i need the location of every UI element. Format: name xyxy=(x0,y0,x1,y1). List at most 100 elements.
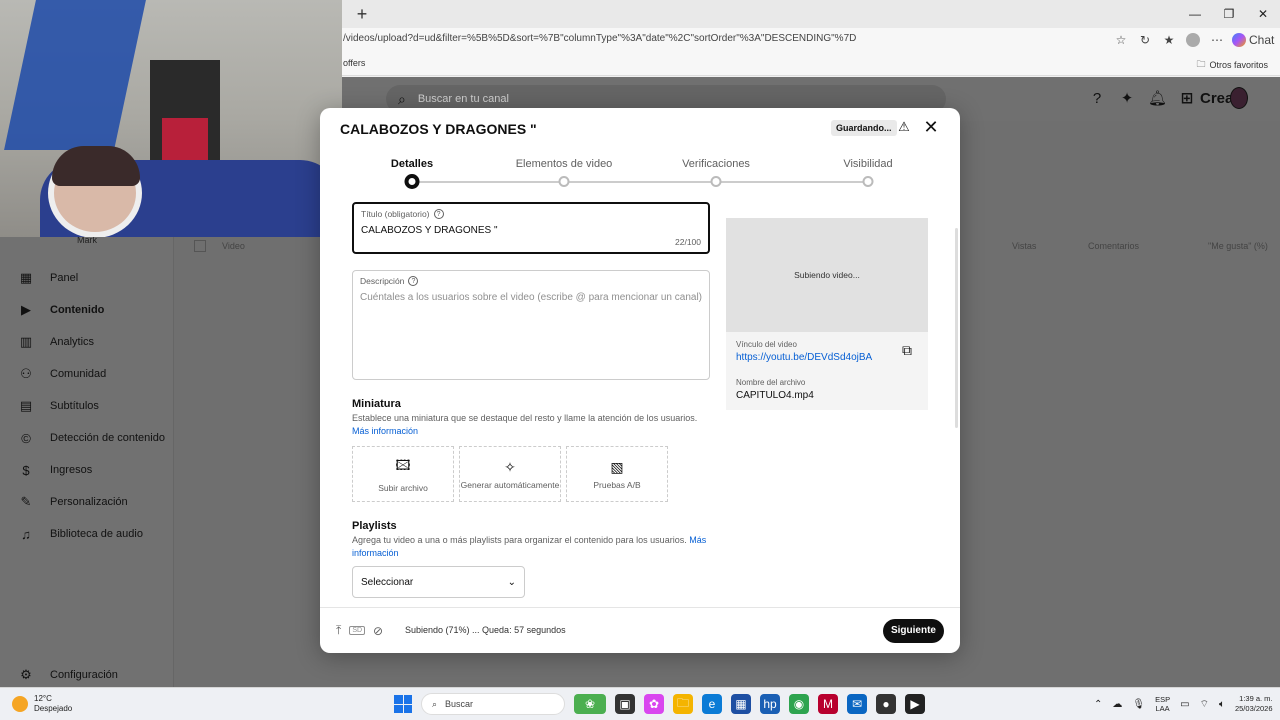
address-bar-icons: ☆ ↻ ★ ⋯ Chat xyxy=(1112,31,1274,49)
ab-test-icon: ▧ xyxy=(610,458,624,475)
new-tab-button[interactable]: + xyxy=(352,4,372,24)
col-likes: "Me gusta" (%) xyxy=(1208,241,1268,251)
media-player-icon[interactable]: ▶ xyxy=(905,694,925,714)
video-link[interactable]: https://youtu.be/DEVdSd4ojBA xyxy=(736,352,872,363)
microphone-icon[interactable]: 🎙︎ xyxy=(1132,699,1145,710)
subtitles-icon: ▤ xyxy=(19,398,33,413)
favorite-star-icon[interactable]: ☆ xyxy=(1112,31,1130,49)
sidebar-item-personalización[interactable]: ✎ Personalización xyxy=(0,486,174,518)
dialog-footer: ⤒ SD ⊘ Subiendo (71%) ... Queda: 57 segu… xyxy=(320,607,960,653)
mcafee-icon[interactable]: M xyxy=(818,694,838,714)
sidebar-item-panel[interactable]: ▦ Panel xyxy=(0,262,174,294)
sidebar-item-label: Detección de contenido xyxy=(50,432,165,444)
description-field[interactable]: Descripción ? Cuéntales a los usuarios s… xyxy=(352,270,710,380)
create-button[interactable]: ⊞ Crear xyxy=(1178,89,1240,108)
more-menu-icon[interactable]: ⋯ xyxy=(1208,31,1226,49)
step-visibility[interactable]: Visibilidad xyxy=(843,158,892,170)
chrome-icon[interactable]: ◉ xyxy=(789,694,809,714)
weather-text: 12°C Despejado xyxy=(34,694,72,714)
step-dot-video-elements[interactable] xyxy=(558,176,570,187)
profile-icon[interactable] xyxy=(1184,31,1202,49)
step-dot-visibility[interactable] xyxy=(862,176,874,187)
sidebar-item-detección-de-contenido[interactable]: © Detección de contenido xyxy=(0,422,174,454)
chevron-down-icon: ⌄ xyxy=(507,576,516,588)
close-window-icon[interactable]: ✕ xyxy=(1246,0,1280,28)
upload-thumbnail-button[interactable]: 🖾 Subir archivo xyxy=(352,446,454,502)
ab-test-thumbnail-button[interactable]: ▧ Pruebas A/B xyxy=(566,446,668,502)
sidebar-item-subtítulos[interactable]: ▤ Subtítulos xyxy=(0,390,174,422)
extensions-icon[interactable]: ↻ xyxy=(1136,31,1154,49)
thumbnail-more-link[interactable]: Más información xyxy=(352,426,418,436)
notifications-icon[interactable]: 🔔︎ xyxy=(1148,89,1167,107)
select-all-checkbox[interactable] xyxy=(194,240,206,252)
sidebar-item-ingresos[interactable]: $ Ingresos xyxy=(0,454,174,486)
sparkle-icon[interactable]: ✦ xyxy=(1118,89,1136,107)
clock-time: 1:39 a. m. xyxy=(1239,694,1273,703)
taskbar-search[interactable]: ⌕ Buscar xyxy=(421,693,565,715)
sidebar-item-biblioteca-de-audio[interactable]: ♫ Biblioteca de audio xyxy=(0,518,174,550)
feedback-icon[interactable]: ⚠ xyxy=(895,119,913,137)
upload-icon: ⤒ xyxy=(336,623,342,637)
sidebar-item-contenido[interactable]: ▶ Contenido xyxy=(0,294,174,326)
dialog-scrollbar[interactable] xyxy=(955,228,958,428)
help-circle-icon[interactable]: ? xyxy=(408,276,419,286)
dialog-title: CALABOZOS Y DRAGONES " xyxy=(340,121,537,137)
wifi-icon[interactable]: ⌔ xyxy=(1200,698,1209,711)
copilot-taskbar-icon[interactable]: ✿ xyxy=(644,694,664,714)
sidebar-item-analytics[interactable]: ▥ Analytics xyxy=(0,326,174,358)
copilot-icon xyxy=(1232,33,1246,47)
recorder-icon[interactable]: ● xyxy=(876,694,896,714)
playlist-select[interactable]: Seleccionar ⌄ xyxy=(352,566,525,598)
clock[interactable]: 1:39 a. m. 25/03/2026 xyxy=(1235,694,1273,714)
copy-icon[interactable]: ⧉ xyxy=(902,342,912,359)
thumbnail-description: Establece una miniatura que se destaque … xyxy=(352,412,712,438)
help-icon[interactable]: ? xyxy=(1088,90,1106,107)
step-dot-checks[interactable] xyxy=(710,176,722,187)
sidebar-item-label: Biblioteca de audio xyxy=(50,528,143,540)
help-circle-icon[interactable]: ? xyxy=(433,209,444,219)
hp-app-icon[interactable]: hp xyxy=(760,694,780,714)
network-icon[interactable]: ☁ xyxy=(1112,699,1122,710)
edge-browser-icon[interactable]: e xyxy=(702,694,722,714)
file-explorer-icon[interactable]: 🗀 xyxy=(673,694,693,714)
audio-library-icon: ♫ xyxy=(21,526,31,542)
windows-start-icon[interactable] xyxy=(394,695,412,713)
url-text[interactable]: /videos/upload?d=ud&filter=%5B%5D&sort=%… xyxy=(343,33,856,44)
playlists-description: Agrega tu video a una o más playlists pa… xyxy=(352,534,712,560)
check-circle-icon: ⊘ xyxy=(373,623,384,638)
step-checks[interactable]: Verificaciones xyxy=(682,158,750,170)
task-view-icon[interactable]: ▣ xyxy=(615,694,635,714)
minimize-icon[interactable]: — xyxy=(1178,0,1212,28)
close-dialog-icon[interactable]: ✕ xyxy=(921,117,941,137)
auto-generate-thumbnail-button[interactable]: ✧ Generar automáticamente xyxy=(459,446,561,502)
next-button[interactable]: Siguiente xyxy=(883,619,944,643)
sidebar-item-comunidad[interactable]: ⚇ Comunidad xyxy=(0,358,174,390)
dashboard-icon: ▦ xyxy=(19,270,33,285)
step-video-elements[interactable]: Elementos de video xyxy=(516,158,613,170)
copilot-chat-button[interactable]: Chat xyxy=(1232,31,1274,49)
video-preview-card: Subiendo video... Vínculo del video http… xyxy=(726,218,928,410)
favorites-icon[interactable]: ★ xyxy=(1160,31,1178,49)
dialog-body: Título (obligatorio) ? CALABOZOS Y DRAGO… xyxy=(320,200,960,607)
language-indicator[interactable]: ESP LAA xyxy=(1155,695,1170,713)
description-placeholder[interactable]: Cuéntales a los usuarios sobre el video … xyxy=(360,292,702,303)
weather-widget[interactable]: 12°C Despejado xyxy=(12,694,72,714)
title-input-value[interactable]: CALABOZOS Y DRAGONES " xyxy=(361,225,498,236)
title-field[interactable]: Título (obligatorio) ? CALABOZOS Y DRAGO… xyxy=(352,202,710,254)
mail-icon[interactable]: ✉ xyxy=(847,694,867,714)
maximize-icon[interactable]: ❐ xyxy=(1212,0,1246,28)
favorite-offers[interactable]: offers xyxy=(343,58,365,68)
thumbnail-text: Establece una miniatura que se destaque … xyxy=(352,413,698,423)
upload-status-text: Subiendo (71%) ... Queda: 57 segundos xyxy=(405,625,566,635)
account-avatar[interactable] xyxy=(1230,87,1248,109)
chevron-up-icon[interactable]: ⌃ xyxy=(1094,699,1102,710)
other-favorites[interactable]: 🗀 Otros favoritos xyxy=(1196,57,1268,73)
add-image-icon: 🖾 xyxy=(395,457,411,473)
widgets-icon[interactable]: ❀ xyxy=(574,694,606,714)
display-icon[interactable]: ▭ xyxy=(1180,699,1189,710)
step-details[interactable]: Detalles xyxy=(391,158,433,170)
volume-icon[interactable]: 🔈︎ xyxy=(1219,699,1225,710)
taskbar-search-placeholder: Buscar xyxy=(445,699,474,709)
step-dot-details[interactable] xyxy=(404,174,420,189)
store-icon[interactable]: ▦ xyxy=(731,694,751,714)
